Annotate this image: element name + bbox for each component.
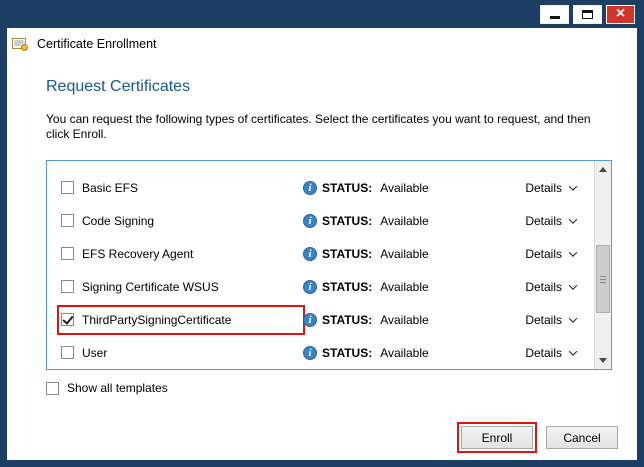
template-status: i STATUS: Available [303, 280, 525, 294]
scrollbar-thumb[interactable] [596, 245, 610, 313]
certificate-template-list: Basic EFS i STATUS: Available Details [46, 160, 612, 370]
details-label: Details [525, 280, 562, 294]
status-value: Available [380, 346, 428, 360]
template-status: i STATUS: Available [303, 346, 525, 360]
info-icon: i [303, 181, 317, 195]
template-name: Signing Certificate WSUS [82, 280, 219, 294]
status-label: STATUS: [322, 313, 372, 327]
window-caption-buttons: × [540, 5, 635, 24]
template-name: Basic EFS [82, 181, 138, 195]
details-label: Details [525, 313, 562, 327]
maximize-button[interactable] [573, 5, 602, 24]
template-row[interactable]: Signing Certificate WSUS i STATUS: Avail… [47, 270, 594, 303]
details-toggle[interactable]: Details [525, 181, 580, 195]
details-toggle[interactable]: Details [525, 313, 580, 327]
cancel-button[interactable]: Cancel [546, 426, 618, 449]
status-label: STATUS: [322, 181, 372, 195]
page-title: Request Certificates [46, 78, 190, 96]
status-value: Available [380, 280, 428, 294]
details-label: Details [525, 214, 562, 228]
template-status: i STATUS: Available [303, 313, 525, 327]
status-value: Available [380, 247, 428, 261]
minimize-button[interactable] [540, 5, 569, 24]
enroll-highlight-box: Enroll [457, 422, 537, 453]
template-select-area: Code Signing [59, 208, 303, 234]
template-status: i STATUS: Available [303, 214, 525, 228]
details-label: Details [525, 346, 562, 360]
status-label: STATUS: [322, 247, 372, 261]
template-row[interactable]: User i STATUS: Available Details [47, 336, 594, 369]
chevron-down-icon [569, 182, 577, 190]
scroll-down-button[interactable] [595, 352, 611, 369]
info-icon: i [303, 280, 317, 294]
scroll-up-button[interactable] [595, 161, 611, 178]
template-select-area: ThirdPartySigningCertificate [59, 307, 303, 333]
scroll-up-icon [599, 167, 607, 172]
template-name: User [82, 346, 107, 360]
dialog-header: Certificate Enrollment [12, 32, 157, 56]
checkbox[interactable] [46, 382, 59, 395]
template-select-area: Basic EFS [59, 175, 303, 201]
info-icon: i [303, 313, 317, 327]
chevron-down-icon [569, 314, 577, 322]
scroll-down-icon [599, 358, 607, 363]
info-icon: i [303, 346, 317, 360]
details-toggle[interactable]: Details [525, 214, 580, 228]
chevron-down-icon [569, 215, 577, 223]
details-label: Details [525, 247, 562, 261]
details-toggle[interactable]: Details [525, 280, 580, 294]
template-select-area: User [59, 340, 303, 366]
show-all-templates-label: Show all templates [67, 381, 168, 395]
template-row[interactable]: Basic EFS i STATUS: Available Details [47, 171, 594, 204]
show-all-templates-checkbox[interactable]: Show all templates [46, 381, 168, 395]
template-name: Code Signing [82, 214, 154, 228]
template-checkbox[interactable] [61, 247, 74, 260]
chevron-down-icon [569, 347, 577, 355]
vertical-scrollbar[interactable] [594, 161, 611, 369]
template-checkbox[interactable] [61, 313, 74, 326]
details-toggle[interactable]: Details [525, 346, 580, 360]
template-select-area: EFS Recovery Agent [59, 241, 303, 267]
status-label: STATUS: [322, 346, 372, 360]
enroll-button[interactable]: Enroll [461, 426, 533, 449]
template-row[interactable]: ThirdPartySigningCertificate i STATUS: A… [47, 303, 594, 336]
chevron-down-icon [569, 281, 577, 289]
template-name: EFS Recovery Agent [82, 247, 193, 261]
info-icon: i [303, 214, 317, 228]
close-icon: × [616, 6, 625, 22]
dialog-footer: Enroll Cancel [457, 422, 618, 453]
status-value: Available [380, 214, 428, 228]
chevron-down-icon [569, 248, 577, 256]
template-row[interactable]: Code Signing i STATUS: Available Details [47, 204, 594, 237]
template-rows: Basic EFS i STATUS: Available Details [47, 161, 594, 369]
status-label: STATUS: [322, 280, 372, 294]
dialog-body: Certificate Enrollment Request Certifica… [7, 28, 637, 460]
certificate-enrollment-window: × Certificate Enrollment Request Certifi… [0, 0, 644, 467]
close-button[interactable]: × [606, 5, 635, 24]
window-title: Certificate Enrollment [37, 37, 157, 51]
template-name: ThirdPartySigningCertificate [82, 313, 231, 327]
template-select-area: Signing Certificate WSUS [59, 274, 303, 300]
status-value: Available [380, 313, 428, 327]
template-checkbox[interactable] [61, 280, 74, 293]
status-value: Available [380, 181, 428, 195]
template-checkbox[interactable] [61, 181, 74, 194]
certificate-icon [12, 36, 29, 52]
template-row[interactable]: EFS Recovery Agent i STATUS: Available D… [47, 237, 594, 270]
details-toggle[interactable]: Details [525, 247, 580, 261]
template-checkbox[interactable] [61, 346, 74, 359]
template-checkbox[interactable] [61, 214, 74, 227]
page-description: You can request the following types of c… [46, 112, 608, 142]
minimize-icon [550, 16, 560, 19]
status-label: STATUS: [322, 214, 372, 228]
template-status: i STATUS: Available [303, 247, 525, 261]
details-label: Details [525, 181, 562, 195]
info-icon: i [303, 247, 317, 261]
maximize-icon [582, 10, 593, 19]
template-status: i STATUS: Available [303, 181, 525, 195]
